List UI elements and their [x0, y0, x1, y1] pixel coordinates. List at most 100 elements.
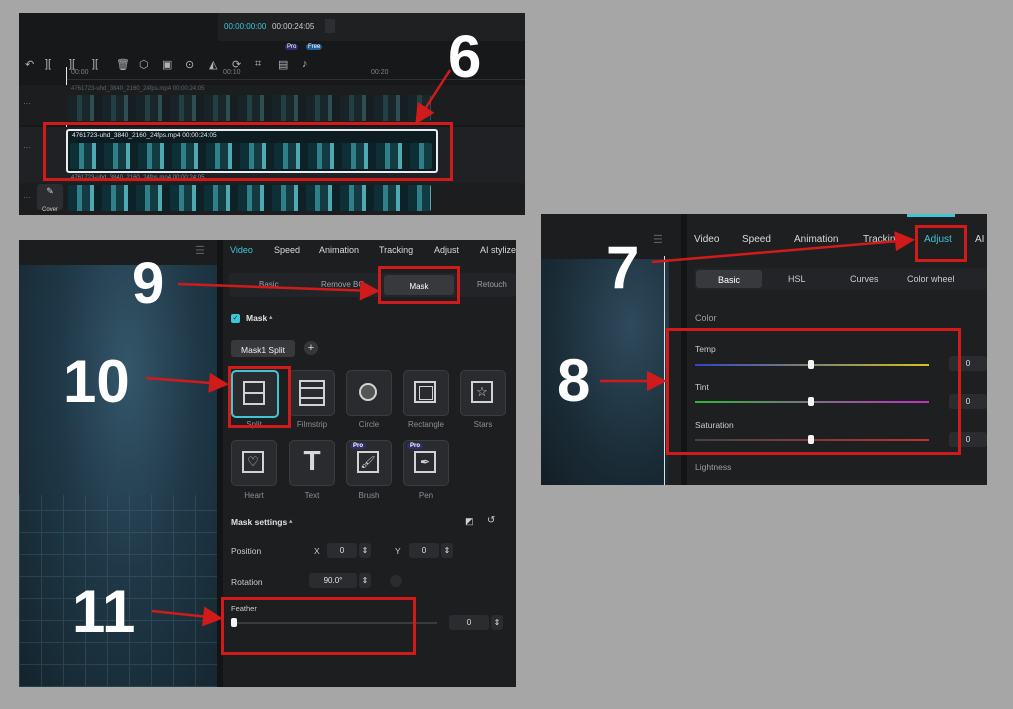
split-left-icon[interactable]: ][ [45, 58, 51, 70]
clip-top-label: 4761723-uhd_3840_2160_24fps.mp4 00:00:24… [71, 86, 205, 92]
star-icon: ☆ [471, 381, 493, 403]
menu-icon[interactable]: ☰ [195, 244, 205, 257]
tab-speed[interactable]: Speed [274, 245, 300, 255]
y-input[interactable]: 0 [409, 543, 439, 558]
adj-tab-tracking[interactable]: Tracking [863, 234, 901, 245]
mask-chip[interactable]: Mask1 Split [231, 340, 295, 357]
adj-subtab-hsl[interactable]: HSL [788, 274, 806, 284]
subtab-basic[interactable]: Basic [259, 280, 279, 289]
tab-adjust[interactable]: Adjust [434, 245, 459, 255]
total-time: 00:00:24:05 [272, 22, 315, 31]
shape-filmstrip-label: Filmstrip [296, 420, 328, 429]
adj-subtab-basic-label: Basic [717, 275, 740, 285]
shape-rectangle[interactable] [403, 370, 449, 416]
adjust-playhead [664, 256, 665, 485]
lightness-label: Lightness [695, 462, 732, 472]
annotation-11: 11 [72, 578, 136, 645]
ruler-mark-20: 00:20 [371, 69, 389, 76]
rotation-dial[interactable] [390, 575, 402, 587]
tab-animation[interactable]: Animation [319, 245, 359, 255]
ruler-mark-10: 00:10 [223, 69, 241, 76]
keyframe-icon[interactable]: ◩ [465, 516, 474, 527]
highlight-mask-tab [378, 266, 460, 304]
settings-chevron-icon[interactable]: ▴ [289, 517, 293, 525]
x-stepper[interactable]: ⇕ [359, 543, 371, 558]
shape-circle-label: Circle [358, 420, 380, 429]
add-mask-button[interactable]: + [304, 341, 318, 355]
adj-tab-ai[interactable]: AI [975, 234, 984, 245]
track-handle-2[interactable]: ⋯ [23, 143, 31, 152]
track-handle-1[interactable]: ⋯ [23, 99, 31, 108]
subtab-retouch[interactable]: Retouch [477, 280, 507, 289]
highlight-adjust-tab [915, 225, 967, 262]
shape-pen-label: Pen [418, 491, 434, 500]
adjust-top-accent [907, 214, 955, 217]
preview-header [19, 240, 217, 265]
highlight-split-shape [228, 366, 291, 428]
y-stepper[interactable]: ⇕ [441, 543, 453, 558]
rotation-input[interactable]: 90.0° [309, 573, 357, 588]
tab-tracking[interactable]: Tracking [379, 245, 413, 255]
tab-ai-stylize[interactable]: AI stylize [480, 245, 516, 255]
adjust-menu-icon[interactable]: ☰ [653, 233, 663, 246]
adj-subtab-color-wheel[interactable]: Color wheel [907, 274, 955, 284]
rotation-stepper[interactable]: ⇕ [359, 573, 371, 588]
circle-icon [359, 383, 377, 401]
brush-pro-badge: Pro [350, 443, 367, 449]
pro-badge: Pro [285, 44, 299, 50]
mask-chip-label: Mask1 Split [241, 345, 285, 355]
feather-input[interactable]: 0 [449, 615, 489, 630]
shape-text[interactable]: T [289, 440, 335, 486]
annotation-10: 10 [63, 348, 130, 415]
adj-tab-speed[interactable]: Speed [742, 234, 771, 245]
text-icon: T [303, 445, 321, 476]
tab-video[interactable]: Video [230, 245, 253, 255]
shape-heart-label: Heart [244, 491, 264, 500]
clip-bottom[interactable] [68, 185, 431, 211]
subtab-remove-bg[interactable]: Remove BG [321, 280, 365, 289]
ruler-mark-0: 00:00 [71, 69, 89, 76]
shape-circle[interactable] [346, 370, 392, 416]
cover-button[interactable]: ✎ Cover [37, 184, 63, 213]
shape-stars[interactable]: ☆ [460, 370, 506, 416]
annotation-9: 9 [132, 251, 165, 316]
x-input[interactable]: 0 [327, 543, 357, 558]
adj-subtab-curves[interactable]: Curves [850, 274, 879, 284]
feather-stepper[interactable]: ⇕ [491, 615, 503, 630]
chevron-up-icon[interactable]: ▴ [269, 313, 273, 321]
shape-text-label: Text [304, 491, 320, 500]
current-time: 00:00:00:00 [224, 22, 267, 31]
position-label: Position [231, 546, 262, 556]
undo-icon[interactable]: ↶ [25, 58, 34, 71]
time-divider [325, 19, 335, 33]
annotation-6: 6 [448, 23, 482, 90]
color-header: Color [695, 313, 717, 323]
free-badge: Free [306, 44, 323, 50]
pen-icon: ✒ [414, 451, 436, 473]
shape-stars-label: Stars [473, 420, 493, 429]
cover-label: Cover [41, 207, 58, 213]
annotation-8: 8 [557, 347, 591, 414]
clip-top[interactable] [68, 95, 431, 121]
x-label: X [314, 546, 320, 556]
filmstrip-icon [299, 380, 325, 406]
shape-heart[interactable]: ♡ [231, 440, 277, 486]
pen-pro-badge: Pro [407, 443, 424, 449]
adj-subtab-basic[interactable]: Basic [696, 270, 762, 288]
rotation-label: Rotation [231, 577, 263, 587]
brush-icon: 🖌 [357, 451, 379, 473]
highlight-color-sliders [666, 328, 961, 455]
reset-icon[interactable]: ↺ [487, 515, 495, 526]
highlight-clip [43, 122, 453, 181]
adj-tab-video[interactable]: Video [694, 234, 719, 245]
heart-icon: ♡ [242, 451, 264, 473]
annotation-7: 7 [606, 234, 640, 301]
mask-checkbox[interactable]: ✓ [231, 314, 240, 323]
highlight-feather [221, 597, 416, 655]
rectangle-icon [414, 381, 436, 403]
track-handle-3[interactable]: ⋯ [23, 193, 31, 202]
y-label: Y [395, 546, 401, 556]
shape-filmstrip[interactable] [289, 370, 335, 416]
adj-tab-animation[interactable]: Animation [794, 234, 838, 245]
mask-header: Mask [246, 313, 268, 323]
